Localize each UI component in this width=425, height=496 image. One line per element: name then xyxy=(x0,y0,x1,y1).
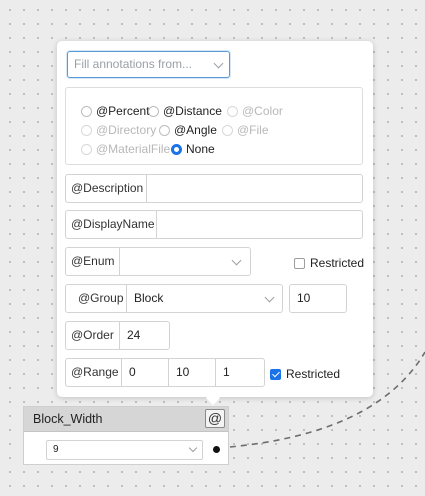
node-value: 9 xyxy=(53,444,59,455)
radio-label: @Angle xyxy=(174,123,217,137)
range-row: @Range 0 10 1 xyxy=(65,358,265,387)
enum-row: @Enum xyxy=(65,247,251,276)
radio-label: @Directory xyxy=(96,123,157,137)
radio-dot xyxy=(148,105,159,117)
enum-select[interactable] xyxy=(119,247,251,276)
order-input[interactable]: 24 xyxy=(119,321,170,350)
radio-label: @File xyxy=(237,123,269,137)
annotation-type-group: @Percent @Distance @Color @Directory @An… xyxy=(65,87,363,165)
radio-dot xyxy=(81,124,92,136)
range-step-input[interactable]: 1 xyxy=(215,358,265,387)
radio-file: @File xyxy=(222,123,269,137)
group-select[interactable]: Block xyxy=(126,284,283,313)
range-label: @Range xyxy=(65,358,122,387)
annotations-popup: Fill annotations from... @Percent @Dista… xyxy=(57,41,373,406)
group-select-value: Block xyxy=(134,291,164,305)
node-title: Block_Width xyxy=(33,412,103,426)
enum-label: @Enum xyxy=(65,247,120,276)
parameter-node[interactable]: Block_Width @ 9 xyxy=(23,406,229,465)
range-restricted-label: Restricted xyxy=(286,367,341,381)
radio-label: @Distance xyxy=(163,104,222,118)
description-row: @Description xyxy=(65,174,363,203)
radio-dot xyxy=(171,143,182,155)
order-row: @Order 24 xyxy=(65,321,170,350)
radio-dot xyxy=(81,105,92,117)
checkbox-box xyxy=(294,257,305,269)
annotation-button[interactable]: @ xyxy=(205,409,225,428)
chevron-down-icon xyxy=(188,443,198,453)
radio-dot xyxy=(222,124,233,136)
radio-dot xyxy=(159,124,170,136)
radio-directory: @Directory xyxy=(81,123,156,137)
fill-annotations-placeholder: Fill annotations from... xyxy=(74,57,193,71)
radio-percent[interactable]: @Percent xyxy=(81,104,150,118)
description-label: @Description xyxy=(65,174,147,203)
output-port-icon[interactable] xyxy=(213,446,220,453)
checkbox-box xyxy=(270,368,281,380)
range-restricted-checkbox[interactable]: Restricted xyxy=(270,367,340,381)
chevron-down-icon xyxy=(213,58,224,69)
range-min-input[interactable]: 0 xyxy=(121,358,169,387)
radio-dot xyxy=(81,143,92,155)
radio-label: @Color xyxy=(242,104,283,118)
chevron-down-icon xyxy=(264,292,275,303)
at-sign-icon: @ xyxy=(207,410,223,426)
node-value-select[interactable]: 9 xyxy=(46,440,203,460)
radio-label: @MaterialFile xyxy=(96,142,171,156)
enum-restricted-label: Restricted xyxy=(310,256,365,270)
description-input[interactable] xyxy=(146,174,363,203)
displayname-input[interactable] xyxy=(156,210,363,239)
chevron-down-icon xyxy=(231,255,242,266)
radio-color: @Color xyxy=(227,104,283,118)
radio-materialfile: @MaterialFile xyxy=(81,142,170,156)
displayname-label: @DisplayName xyxy=(65,210,157,239)
group-number-input[interactable]: 10 xyxy=(289,284,347,313)
enum-restricted-checkbox[interactable]: Restricted xyxy=(294,256,364,270)
radio-dot xyxy=(227,105,238,117)
displayname-row: @DisplayName xyxy=(65,210,363,239)
radio-none[interactable]: None xyxy=(171,142,215,156)
node-header[interactable]: Block_Width @ xyxy=(24,407,228,432)
group-label: @Group xyxy=(65,284,127,313)
range-max-input[interactable]: 10 xyxy=(168,358,216,387)
radio-distance[interactable]: @Distance xyxy=(148,104,222,118)
fill-annotations-select[interactable]: Fill annotations from... xyxy=(67,51,230,78)
order-label: @Order xyxy=(65,321,120,350)
radio-label: @Percent xyxy=(96,104,150,118)
radio-angle[interactable]: @Angle xyxy=(159,123,217,137)
group-row: @Group Block 10 xyxy=(65,284,347,313)
radio-label: None xyxy=(186,142,215,156)
